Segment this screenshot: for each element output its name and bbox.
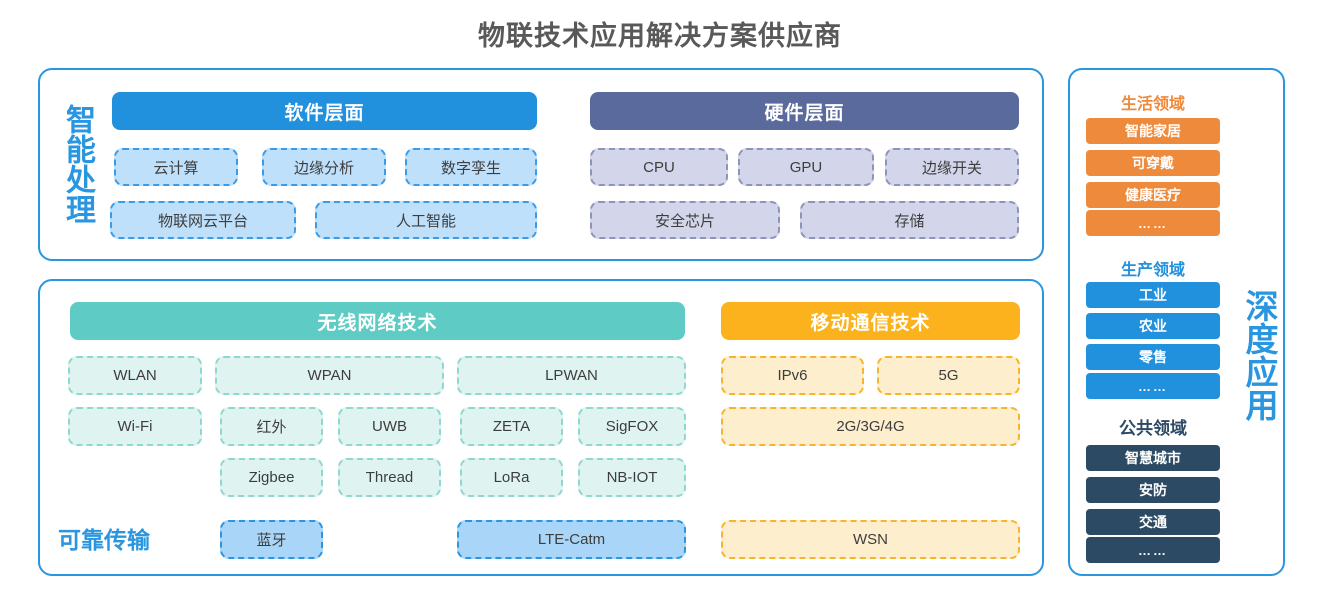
wireless-tile[interactable]: SigFOX (578, 407, 686, 446)
hardware-tile[interactable]: 安全芯片 (590, 201, 780, 239)
wireless-tile[interactable]: 红外 (220, 407, 323, 446)
page-title: 物联技术应用解决方案供应商 (478, 21, 842, 51)
domain-item-more[interactable]: …… (1086, 373, 1220, 399)
domain-item[interactable]: 零售 (1086, 344, 1220, 370)
wireless-tile[interactable]: LoRa (460, 458, 563, 497)
mobile-communication-header: 移动通信技术 (721, 302, 1020, 340)
wireless-tile[interactable]: 蓝牙 (220, 520, 323, 559)
domain-heading-life: 生活领域 (1120, 96, 1185, 113)
wireless-network-header: 无线网络技术 (70, 302, 685, 340)
wireless-tile[interactable]: WPAN (215, 356, 444, 395)
software-tile[interactable]: 物联网云平台 (110, 201, 296, 239)
domain-item-more[interactable]: …… (1086, 537, 1220, 563)
wireless-tile[interactable]: Zigbee (220, 458, 323, 497)
hardware-tile[interactable]: CPU (590, 148, 728, 186)
software-layer-header: 软件层面 (112, 92, 537, 130)
infographic-root: 物联技术应用解决方案供应商 智能处理 软件层面 云计算 边缘分析 数字孪生 物联… (0, 0, 1320, 598)
domain-item[interactable]: 可穿戴 (1086, 150, 1220, 176)
mobile-tile[interactable]: 2G/3G/4G (721, 407, 1020, 446)
wireless-tile[interactable]: WLAN (68, 356, 202, 395)
deep-application-label: 深度应用 (1241, 289, 1278, 421)
wireless-tile[interactable]: Wi-Fi (68, 407, 202, 446)
domain-item[interactable]: 农业 (1086, 313, 1220, 339)
domain-item[interactable]: 智能家居 (1086, 118, 1220, 144)
mobile-tile[interactable]: 5G (877, 356, 1020, 395)
software-tile[interactable]: 人工智能 (315, 201, 537, 239)
wireless-tile[interactable]: LPWAN (457, 356, 686, 395)
mobile-tile[interactable]: IPv6 (721, 356, 864, 395)
wireless-tile[interactable]: NB-IOT (578, 458, 686, 497)
software-tile[interactable]: 数字孪生 (405, 148, 537, 186)
hardware-tile[interactable]: 存储 (800, 201, 1019, 239)
domain-item[interactable]: 安防 (1086, 477, 1220, 503)
domain-heading-production: 生产领域 (1120, 262, 1185, 279)
domain-heading-public: 公共领域 (1119, 419, 1187, 438)
software-tile[interactable]: 边缘分析 (262, 148, 386, 186)
hardware-tile[interactable]: GPU (738, 148, 874, 186)
software-tile[interactable]: 云计算 (114, 148, 238, 186)
wireless-tile[interactable]: LTE-Catm (457, 520, 686, 559)
hardware-tile[interactable]: 边缘开关 (885, 148, 1019, 186)
wireless-tile[interactable]: UWB (338, 407, 441, 446)
domain-item[interactable]: 交通 (1086, 509, 1220, 535)
wireless-tile[interactable]: Thread (338, 458, 441, 497)
domain-item-more[interactable]: …… (1086, 210, 1220, 236)
domain-item[interactable]: 工业 (1086, 282, 1220, 308)
mobile-tile[interactable]: WSN (721, 520, 1020, 559)
wireless-tile[interactable]: ZETA (460, 407, 563, 446)
reliable-transport-label: 可靠传输 (58, 527, 150, 553)
smart-processing-label: 智能处理 (61, 104, 94, 224)
domain-item[interactable]: 智慧城市 (1086, 445, 1220, 471)
hardware-layer-header: 硬件层面 (590, 92, 1019, 130)
domain-item[interactable]: 健康医疗 (1086, 182, 1220, 208)
